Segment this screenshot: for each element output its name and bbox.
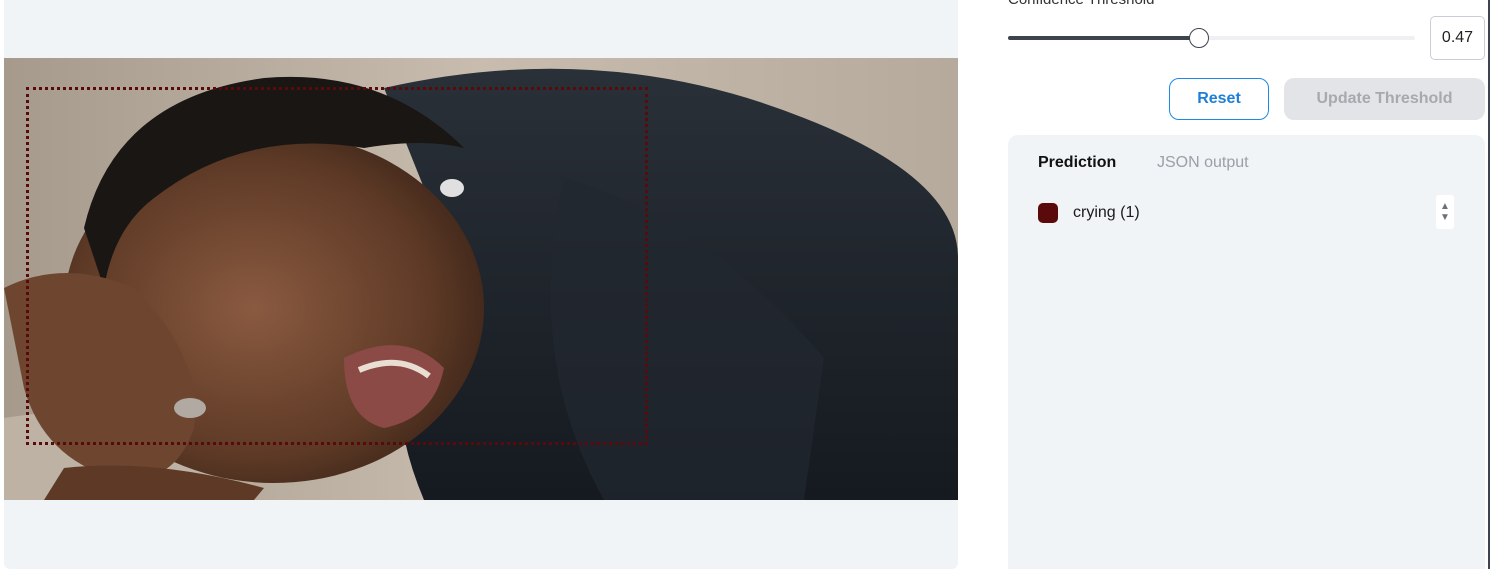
threshold-slider-fill bbox=[1008, 36, 1200, 40]
prediction-item[interactable]: crying (1) bbox=[1038, 202, 1140, 224]
threshold-slider[interactable] bbox=[1008, 28, 1415, 48]
arrow-up-icon[interactable]: ▲ bbox=[1440, 201, 1450, 212]
reset-button[interactable]: Reset bbox=[1169, 78, 1269, 120]
update-threshold-button[interactable]: Update Threshold bbox=[1284, 78, 1485, 120]
arrow-down-icon[interactable]: ▼ bbox=[1440, 212, 1450, 223]
bounding-box-crying bbox=[26, 87, 648, 445]
results-card: Prediction JSON output crying (1) ▲ ▼ bbox=[1008, 135, 1485, 569]
controls-panel: Confidence Threshold 0.47 Reset Update T… bbox=[1008, 0, 1485, 569]
threshold-slider-thumb[interactable] bbox=[1189, 28, 1210, 48]
image-preview-panel bbox=[4, 0, 958, 569]
class-color-swatch bbox=[1038, 203, 1058, 223]
list-scroll-control[interactable]: ▲ ▼ bbox=[1436, 195, 1454, 229]
tab-prediction[interactable]: Prediction bbox=[1038, 154, 1116, 172]
input-image bbox=[4, 58, 958, 500]
prediction-label: crying (1) bbox=[1073, 204, 1140, 221]
panel-divider bbox=[1488, 0, 1490, 569]
tab-json-output[interactable]: JSON output bbox=[1157, 154, 1249, 172]
confidence-threshold-label: Confidence Threshold bbox=[1008, 0, 1154, 8]
threshold-value-input[interactable]: 0.47 bbox=[1430, 16, 1485, 60]
